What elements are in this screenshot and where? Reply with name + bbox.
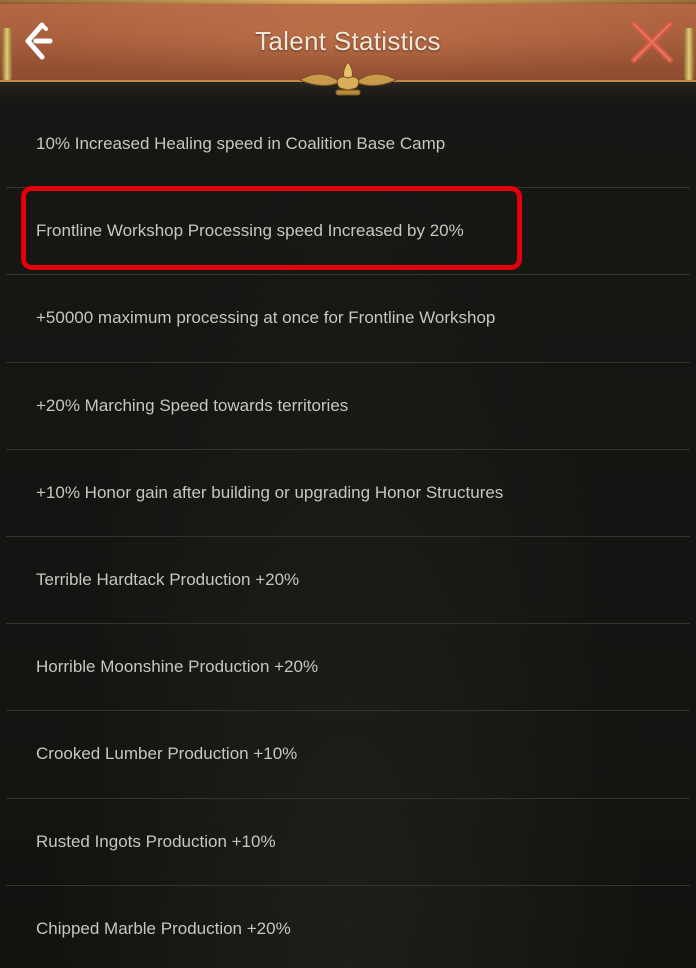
fleur-de-lis-crest-icon <box>298 61 398 96</box>
list-item: Rusted Ingots Production +10% <box>6 799 690 886</box>
talent-text: +20% Marching Speed towards territories <box>36 395 349 415</box>
talent-text: Horrible Moonshine Production +20% <box>36 657 319 677</box>
list-item: +20% Marching Speed towards territories <box>6 363 690 450</box>
list-item: +10% Honor gain after building or upgrad… <box>6 450 690 537</box>
close-x-icon <box>631 21 673 63</box>
talent-statistics-screen: Talent Statistics 10% Increased Healing … <box>0 0 696 968</box>
list-item: Crooked Lumber Production +10% <box>6 711 690 799</box>
talent-text: Rusted Ingots Production +10% <box>36 831 276 851</box>
talent-text: 10% Increased Healing speed in Coalition… <box>36 134 446 154</box>
list-item: Frontline Workshop Processing speed Incr… <box>6 188 690 276</box>
list-item: +50000 maximum processing at once for Fr… <box>6 275 690 363</box>
talent-text: +50000 maximum processing at once for Fr… <box>36 308 496 328</box>
list-item: Horrible Moonshine Production +20% <box>6 624 690 712</box>
talent-list[interactable]: 10% Increased Healing speed in Coalition… <box>0 101 696 968</box>
list-item: Terrible Hardtack Production +20% <box>6 537 690 625</box>
close-button[interactable] <box>628 18 676 66</box>
talent-text: Frontline Workshop Processing speed Incr… <box>36 221 464 241</box>
talent-text: +10% Honor gain after building or upgrad… <box>36 482 504 502</box>
talent-text: Crooked Lumber Production +10% <box>36 744 298 764</box>
talent-text: Terrible Hardtack Production +20% <box>36 570 300 590</box>
page-title: Talent Statistics <box>255 26 441 56</box>
list-item: 10% Increased Healing speed in Coalition… <box>6 101 690 189</box>
talent-text: Chipped Marble Production +20% <box>36 919 291 939</box>
list-item: Chipped Marble Production +20% <box>6 886 690 968</box>
